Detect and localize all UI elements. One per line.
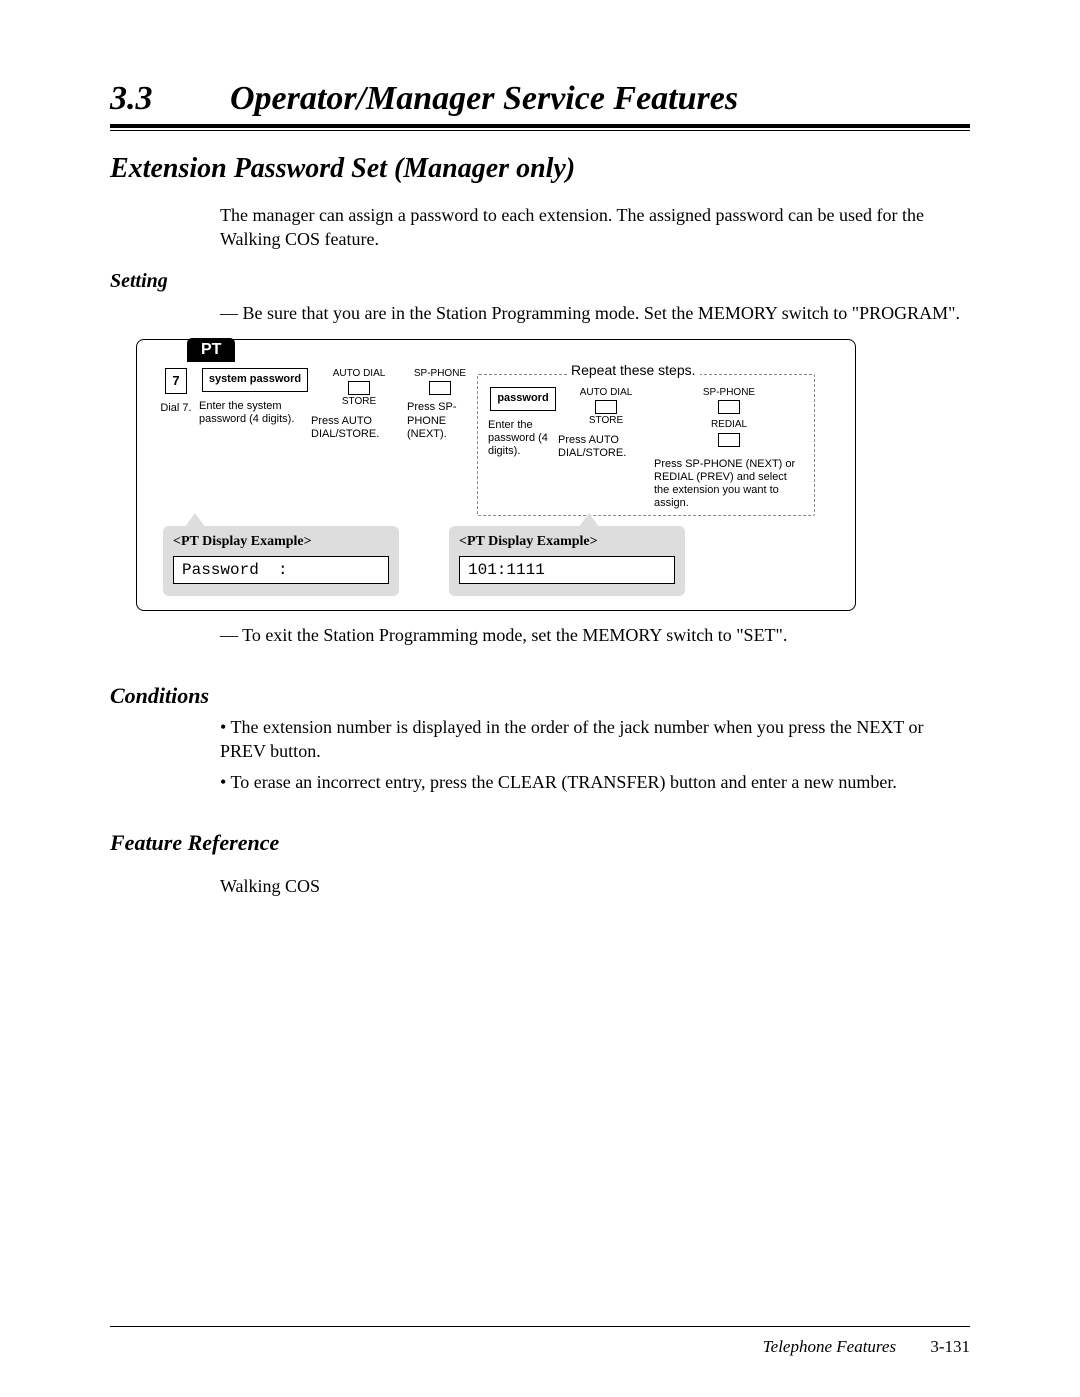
title-rule [110, 124, 970, 131]
diagram-steps: 7 Dial 7. system password Enter the syst… [137, 368, 855, 516]
callout-tail-1-icon [185, 513, 205, 527]
autodial-caption-2: Press AUTO DIAL/STORE. [558, 434, 654, 460]
redial-button-icon [718, 433, 740, 447]
condition-1-text: The extension number is displayed in the… [220, 717, 923, 761]
footer-rule [110, 1326, 970, 1327]
store-label-2: STORE [558, 415, 654, 428]
feature-title-suffix: (Manager only) [387, 153, 575, 184]
display-example-1: <PT Display Example> Password : [163, 526, 399, 596]
system-password-caption: Enter the system password (4 digits). [199, 400, 311, 426]
feature-title: Extension Password Set (Manager only) [110, 153, 970, 185]
autodial-button-1-icon [348, 381, 370, 395]
dial-7-caption: Dial 7. [153, 402, 199, 415]
repeat-label: Repeat these steps. [567, 362, 700, 378]
page: 3.3Operator/Manager Service Features Ext… [0, 0, 1080, 1397]
spphone-redial-caption: Press SP-PHONE (NEXT) or REDIAL (PREV) a… [654, 458, 804, 511]
condition-1: • The extension number is displayed in t… [220, 715, 970, 764]
footer: Telephone Features 3-131 [763, 1337, 970, 1357]
redial-label: REDIAL [711, 419, 747, 432]
spphone-label-2: SP-PHONE [703, 387, 755, 400]
condition-2: • To erase an incorrect entry, press the… [220, 770, 970, 794]
pt-tab: PT [187, 338, 235, 362]
setting-line-2: — To exit the Station Programming mode, … [220, 623, 970, 647]
autodial-label-1: AUTO DIAL [311, 368, 407, 381]
password-caption: Enter the password (4 digits). [488, 419, 558, 459]
section-title: 3.3Operator/Manager Service Features [110, 80, 970, 118]
display-example-1-title: <PT Display Example> [173, 534, 389, 550]
footer-book: Telephone Features [763, 1337, 896, 1356]
footer-page: 3-131 [930, 1337, 970, 1356]
setting-heading: Setting [110, 270, 970, 293]
repeat-steps-box: password Enter the password (4 digits). … [477, 374, 815, 516]
callout-tail-2-icon [579, 513, 599, 527]
conditions-heading: Conditions [110, 683, 970, 709]
section-name: Operator/Manager Service Features [230, 80, 738, 117]
feature-title-bold: Extension Password Set [110, 153, 387, 184]
spphone-caption-1: Press SP-PHONE (NEXT). [407, 401, 473, 441]
spphone-button-2-icon [718, 400, 740, 414]
setting-line-1: — Be sure that you are in the Station Pr… [220, 301, 970, 325]
spphone-redial-stack: SP-PHONE REDIAL [654, 387, 804, 452]
store-label-1: STORE [311, 396, 407, 409]
display-example-2-value: 101:1111 [459, 556, 675, 584]
display-examples: <PT Display Example> Password : <PT Disp… [137, 516, 855, 596]
system-password-box: system password [202, 368, 308, 392]
condition-2-text: To erase an incorrect entry, press the C… [230, 772, 896, 792]
feature-reference-item: Walking COS [220, 874, 970, 898]
display-example-2-title: <PT Display Example> [459, 534, 675, 550]
intro-text: The manager can assign a password to eac… [220, 203, 970, 252]
display-example-1-value: Password : [173, 556, 389, 584]
feature-reference-heading: Feature Reference [110, 830, 970, 856]
password-box: password [490, 387, 555, 411]
pt-diagram: PT 7 Dial 7. system password Enter the s… [136, 339, 856, 611]
autodial-button-2-icon [595, 400, 617, 414]
autodial-label-2: AUTO DIAL [558, 387, 654, 400]
spphone-label-1: SP-PHONE [407, 368, 473, 381]
dial-7-box: 7 [165, 368, 186, 394]
section-number: 3.3 [110, 80, 230, 118]
display-example-2: <PT Display Example> 101:1111 [449, 526, 685, 596]
autodial-caption-1: Press AUTO DIAL/STORE. [311, 415, 407, 441]
spphone-button-1-icon [429, 381, 451, 395]
